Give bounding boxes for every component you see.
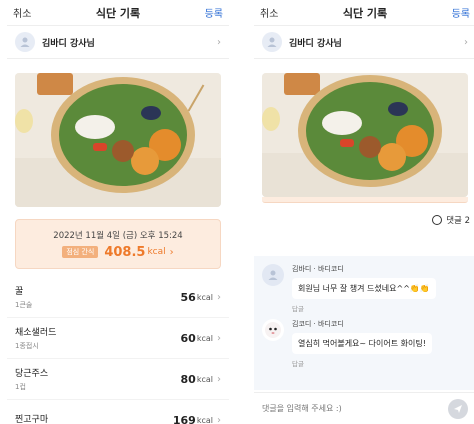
chevron-right-icon: › [217,291,221,303]
total-kcal-unit: kcal [147,247,166,257]
food-kcal: 80 [180,372,196,386]
nav-bar: 취소 식단 기록 등록 [7,0,229,25]
comment-count[interactable]: 댓글 2 [254,207,474,233]
comment-text: 열심히 먹어볼게요~ 다이어트 화이팅! [292,333,432,354]
meal-photo[interactable] [15,73,221,207]
food-name: 꿀 [15,287,24,297]
user-icon [15,32,35,52]
food-kcal: 60 [180,331,196,345]
food-amount: 1컵 [15,383,26,391]
comment-list: 김바디 · 바디코디 회원님 너무 잘 챙겨 드셨네요^^👏👏 답글 김코디 ·… [254,256,474,390]
comment-author: 김코디 · 바디코디 [292,320,344,328]
meal-photo[interactable] [262,73,468,197]
nav-bar: 취소 식단 기록 등록 [254,0,474,25]
meal-record-comments-screen: 취소 식단 기록 등록 김바디 강사님 › 댓글 2 김바디 · 바디코디 회원… [254,0,474,424]
comment-item: 김바디 · 바디코디 회원님 너무 잘 챙겨 드셨네요^^👏👏 답글 [254,264,474,313]
comment-item: 김코디 · 바디코디 열심히 먹어볼게요~ 다이어트 화이팅! 답글 [254,319,474,368]
food-kcal-unit: kcal [196,415,213,424]
reply-link[interactable]: 답글 [292,303,436,313]
comment-text: 회원님 너무 잘 챙겨 드셨네요^^👏👏 [292,278,436,299]
author-row[interactable]: 김바디 강사님 › [7,25,229,59]
author-name: 김바디 강사님 [42,38,95,49]
reply-link[interactable]: 답글 [292,358,432,368]
food-list: 꿀 1큰술 56 kcal › 채소샐러드 1종접시 60 kcal › 당근주… [7,277,229,424]
food-name: 채소샐러드 [15,328,57,338]
chevron-right-icon: › [217,332,221,344]
food-kcal: 169 [172,413,196,424]
send-button[interactable] [448,398,468,419]
comment-author: 김바디 · 바디코디 [292,265,344,273]
food-item[interactable]: 당근주스 1컵 80 kcal › [7,359,229,400]
food-kcal-unit: kcal [196,374,213,384]
meal-datetime: 2022년 11월 4일 (금) 오후 15:24 [53,230,183,241]
cancel-button[interactable]: 취소 [13,5,31,20]
avatar [262,319,284,341]
comment-bubble-icon [432,215,443,225]
page-title: 식단 기록 [342,6,388,20]
food-amount: 1종접시 [15,342,39,350]
submit-button[interactable]: 등록 [205,5,223,20]
page-title: 식단 기록 [95,6,141,20]
food-kcal-unit: kcal [196,292,213,302]
food-item[interactable]: 꿀 1큰술 56 kcal › [7,277,229,318]
food-name: 당근주스 [15,369,49,379]
meal-type-badge: 점심 간식 [62,246,99,258]
food-kcal-unit: kcal [196,333,213,343]
food-item[interactable]: 채소샐러드 1종접시 60 kcal › [7,318,229,359]
food-name: 찐고구마 [15,415,49,424]
comment-input[interactable] [262,404,448,413]
user-icon [262,264,284,286]
submit-button[interactable]: 등록 [452,5,470,20]
chevron-right-icon: › [217,373,221,385]
author-row[interactable]: 김바디 강사님 › [254,25,474,59]
user-icon [262,32,282,52]
comment-input-bar [254,392,474,424]
food-kcal: 56 [180,290,196,304]
food-item[interactable]: 찐고구마 169 kcal › [7,400,229,424]
chevron-right-icon: › [217,36,221,48]
cancel-button[interactable]: 취소 [260,5,278,20]
chevron-right-icon: › [217,414,221,424]
chevron-right-icon: › [464,36,468,48]
total-kcal: 408.5 [104,244,146,260]
chevron-right-icon: › [169,246,174,258]
send-icon [454,404,462,413]
author-name: 김바디 강사님 [289,38,342,49]
meal-record-screen: 취소 식단 기록 등록 김바디 강사님 › 2022년 11월 4일 (금) 오… [7,0,229,424]
comment-count-label: 댓글 2 [446,216,470,226]
meal-summary[interactable]: 2022년 11월 4일 (금) 오후 15:24 점심 간식 408.5 kc… [15,219,221,269]
meal-summary-edge [262,197,468,203]
food-amount: 1큰술 [15,301,33,309]
